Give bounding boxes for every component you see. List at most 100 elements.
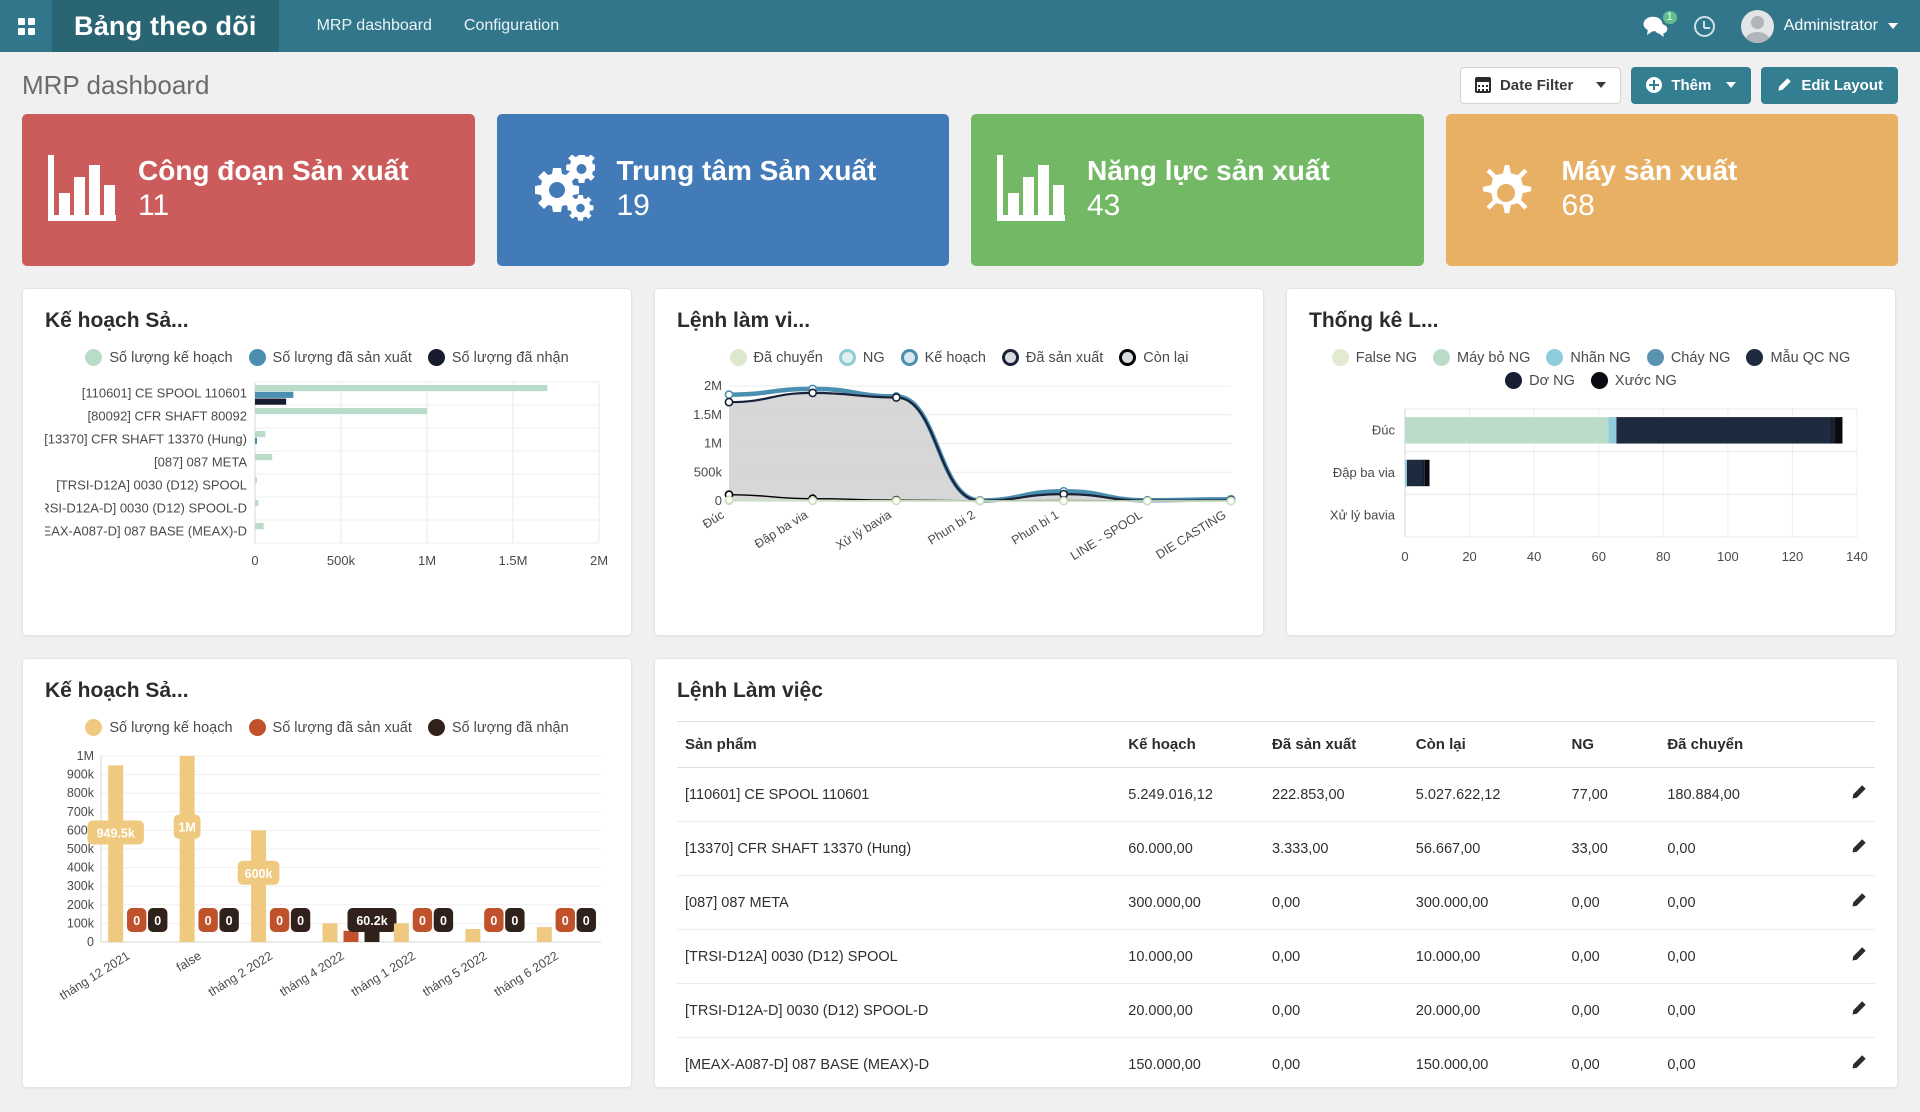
nav-link-configuration[interactable]: Configuration [464,17,559,35]
kpi-label: Năng lực sản xuất [1087,156,1330,187]
legend-item[interactable]: Số lượng kế hoạch [85,349,232,366]
kpi-card-production-center[interactable]: Trung tâm Sản xuất 19 [497,114,950,266]
pencil-icon[interactable] [1850,892,1867,909]
legend-swatch-icon [730,349,747,366]
svg-text:0: 0 [205,914,212,928]
cell-ng: 0,00 [1564,876,1660,930]
svg-text:0: 0 [715,493,722,508]
chevron-down-icon [1726,82,1736,88]
svg-text:tháng 6 2022: tháng 6 2022 [492,949,561,1000]
table-row[interactable]: [MEAX-A087-D] 087 BASE (MEAX)-D150.000,0… [677,1038,1875,1089]
user-menu[interactable]: Administrator [1741,10,1898,43]
add-button[interactable]: Thêm [1631,67,1751,104]
kpi-label: Trung tâm Sản xuất [617,156,877,187]
column-header-plan[interactable]: Kế hoạch [1120,722,1264,768]
legend-item[interactable]: Đã chuyển [730,349,823,366]
svg-text:60.2k: 60.2k [356,914,387,928]
cell-ng: 33,00 [1564,822,1660,876]
pencil-icon[interactable] [1850,946,1867,963]
brand-title[interactable]: Bảng theo dõi [52,0,279,52]
table-row[interactable]: [13370] CFR SHAFT 13370 (Hung)60.000,00 3… [677,822,1875,876]
chevron-down-icon [1596,82,1606,88]
svg-text:949.5k: 949.5k [97,827,135,841]
column-header-transferred[interactable]: Đã chuyển [1659,722,1815,768]
panel-ng-statistics: Thống kê L... False NG Máy bỏ NG Nhãn NG… [1286,288,1896,636]
table-row[interactable]: [087] 087 META300.000,000,00300.000,000,… [677,876,1875,930]
legend-item[interactable]: Số lượng đã nhận [428,349,569,366]
table-row[interactable]: [TRSI-D12A] 0030 (D12) SPOOL10.000,000,0… [677,930,1875,984]
legend-item[interactable]: Số lượng kế hoạch [85,719,232,736]
svg-text:400k: 400k [67,861,95,875]
cell-ng: 0,00 [1564,1038,1660,1089]
legend-item[interactable]: Cháy NG [1647,349,1731,366]
clock-icon[interactable] [1694,16,1715,37]
legend-item[interactable]: Máy bỏ NG [1433,349,1530,366]
legend-label: Số lượng đã nhận [452,720,569,736]
pencil-icon[interactable] [1850,784,1867,801]
cell-actions [1815,876,1875,930]
column-header-product[interactable]: Sản phẩm [677,722,1120,768]
svg-text:200k: 200k [67,898,95,912]
edit-layout-button[interactable]: Edit Layout [1761,67,1898,104]
svg-text:0: 0 [276,914,283,928]
kpi-label: Máy sản xuất [1562,156,1738,187]
legend-swatch-icon [428,719,445,736]
svg-text:1M: 1M [178,821,195,835]
cell-remaining: 10.000,00 [1408,930,1564,984]
legend-item[interactable]: Còn lại [1119,349,1188,366]
legend-item[interactable]: Số lượng đã sản xuất [249,719,412,736]
column-header-produced[interactable]: Đã sản xuất [1264,722,1408,768]
pencil-icon [1776,77,1792,93]
cell-transferred: 0,00 [1659,876,1815,930]
legend-item[interactable]: Đã sản xuất [1002,349,1103,366]
legend-item[interactable]: Kế hoạch [901,349,986,366]
column-header-remaining[interactable]: Còn lại [1408,722,1564,768]
table-header-row: Sản phẩm Kế hoạch Đã sản xuất Còn lại NG… [677,722,1875,768]
kpi-card-production-machine[interactable]: Máy sản xuất 68 [1446,114,1899,266]
messages-count-badge: 1 [1661,9,1679,26]
cell-transferred: 0,00 [1659,1038,1815,1089]
legend-item[interactable]: NG [839,349,885,366]
svg-text:300k: 300k [67,879,95,893]
pencil-icon[interactable] [1850,838,1867,855]
nav-link-mrp-dashboard[interactable]: MRP dashboard [317,17,432,35]
kpi-card-production-stage[interactable]: Công đoạn Sản xuất 11 [22,114,475,266]
cell-actions [1815,768,1875,822]
date-filter-button[interactable]: Date Filter [1460,67,1621,104]
chart-legend: Số lượng kế hoạch Số lượng đã sản xuất S… [45,719,609,736]
svg-text:Đập ba via: Đập ba via [1333,465,1396,480]
legend-label: Số lượng kế hoạch [109,350,232,366]
legend-swatch-icon [901,349,918,366]
table-row[interactable]: [110601] CE SPOOL 1106015.249.016,12222.… [677,768,1875,822]
svg-text:600k: 600k [245,867,273,881]
apps-menu-button[interactable] [0,0,52,52]
legend-item[interactable]: False NG [1332,349,1417,366]
panel-work-order-area: Lệnh làm vi... Đã chuyển NG Kế hoạch Đã … [654,288,1264,636]
column-header-ng[interactable]: NG [1564,722,1660,768]
gear-icon [1472,155,1540,226]
cell-produced: 0,00 [1264,1038,1408,1089]
svg-text:[087] 087 META: [087] 087 META [154,455,247,470]
cell-plan: 60.000,00 [1120,822,1264,876]
svg-text:DIE CASTING: DIE CASTING [1153,508,1228,562]
svg-text:60: 60 [1591,549,1605,564]
table-row[interactable]: [TRSI-D12A-D] 0030 (D12) SPOOL-D 20.000,0… [677,984,1875,1038]
legend-item[interactable]: Xước NG [1591,372,1677,389]
page-header: MRP dashboard Date Filter Thêm Edit Layo… [0,60,1920,110]
legend-item[interactable]: Mẫu QC NG [1746,349,1850,366]
legend-item[interactable]: Nhãn NG [1546,349,1630,366]
legend-item[interactable]: Dơ NG [1505,372,1575,389]
plus-circle-icon [1646,77,1662,93]
page-header-actions: Date Filter Thêm Edit Layout [1460,67,1898,104]
legend-item[interactable]: Số lượng đã nhận [428,719,569,736]
panel-title: Kế hoạch Sả... [45,679,609,703]
pencil-icon[interactable] [1850,1000,1867,1017]
cell-product: [TRSI-D12A-D] 0030 (D12) SPOOL-D [677,984,1120,1038]
messages-button[interactable]: 1 [1643,16,1668,37]
cell-product: [13370] CFR SHAFT 13370 (Hung) [677,822,1120,876]
legend-item[interactable]: Số lượng đã sản xuất [249,349,412,366]
svg-text:800k: 800k [67,786,95,800]
cell-remaining: 20.000,00 [1408,984,1564,1038]
kpi-card-production-capacity[interactable]: Năng lực sản xuất 43 [971,114,1424,266]
pencil-icon[interactable] [1850,1054,1867,1071]
